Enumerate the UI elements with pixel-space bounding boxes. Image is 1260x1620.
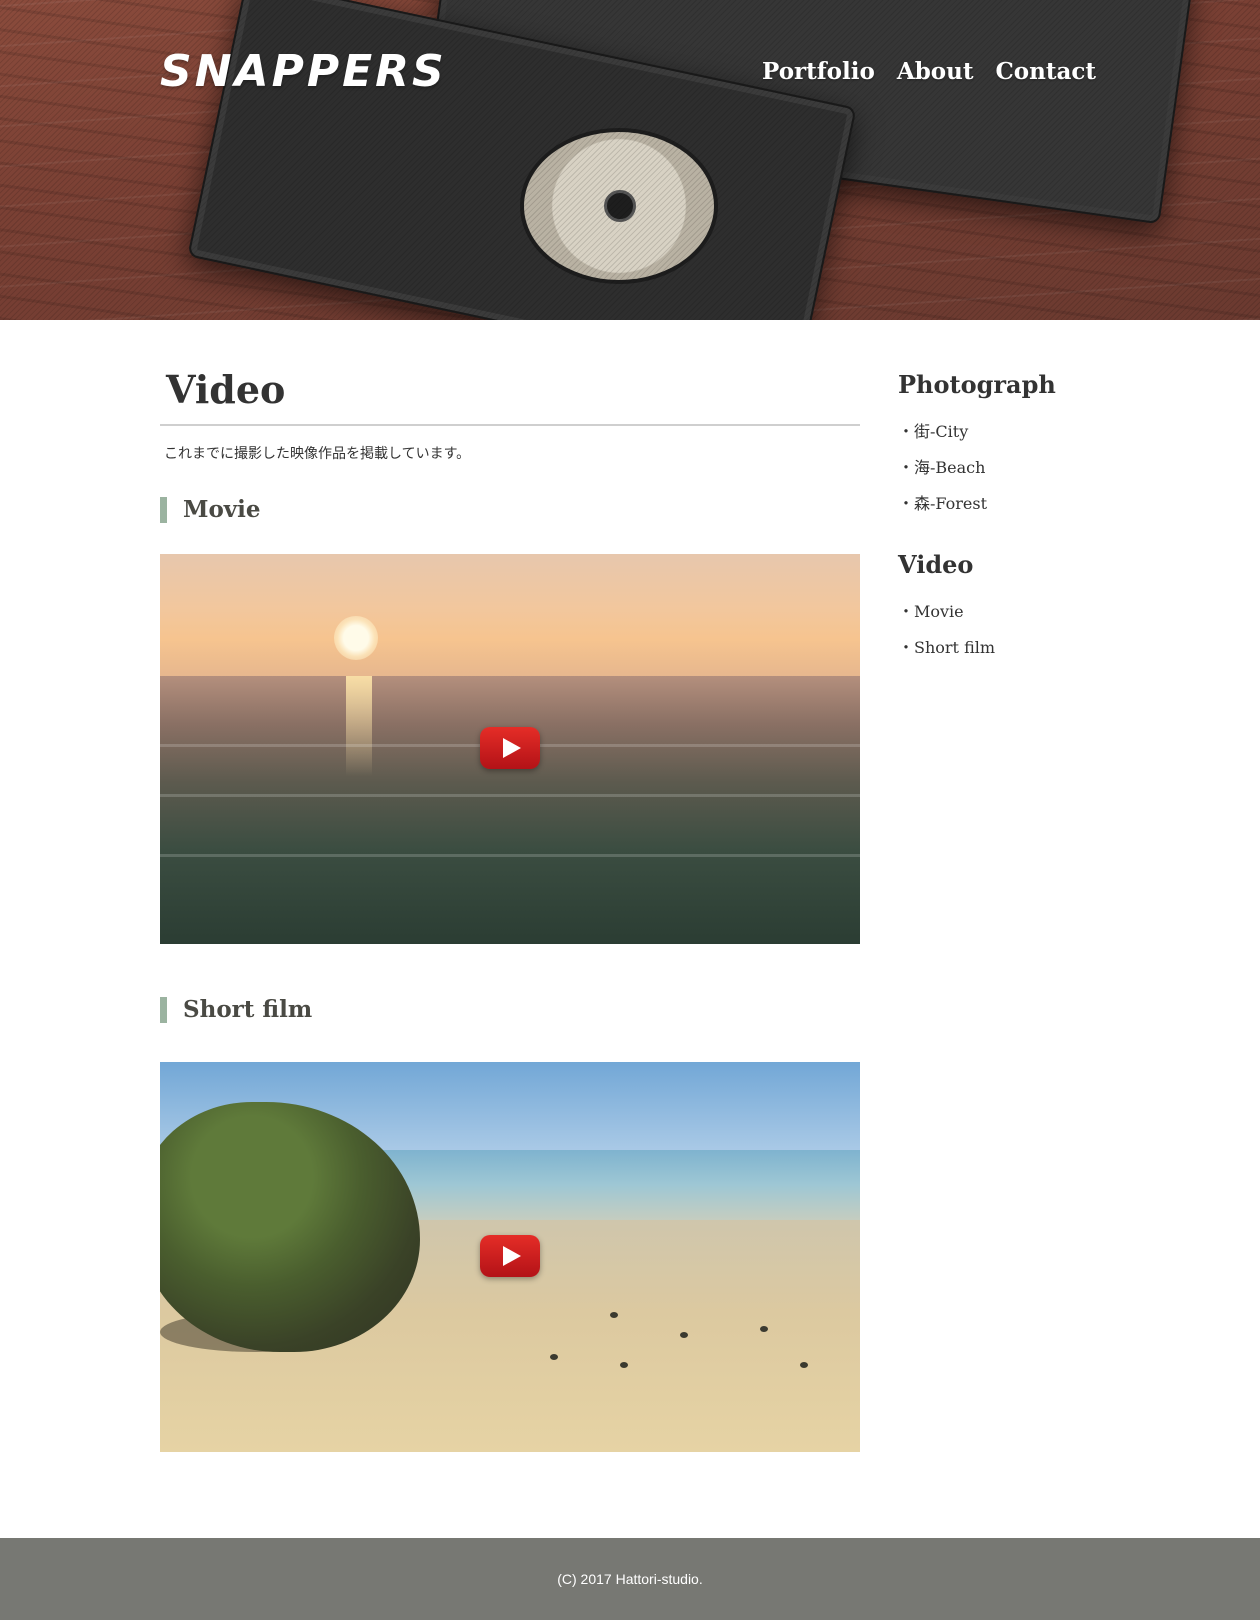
pebble: [800, 1362, 808, 1368]
sidebar-link-forest[interactable]: ・森-Forest: [898, 494, 987, 513]
video-embed-movie[interactable]: [160, 554, 860, 944]
sidebar-item-beach[interactable]: ・海-Beach: [898, 450, 1108, 486]
sidebar-list-video: ・Movie ・Short film: [898, 594, 1108, 666]
sidebar-title-video: Video: [898, 550, 974, 579]
sea: [160, 676, 860, 944]
page-lead: これまでに撮影した映像作品を掲載しています。: [164, 446, 471, 462]
sun-reflection: [346, 676, 372, 776]
site-logo[interactable]: SNAPPERS: [160, 46, 447, 97]
wave: [160, 854, 860, 857]
pebble: [610, 1312, 618, 1318]
page-title: Video: [160, 364, 860, 426]
pebble: [620, 1362, 628, 1368]
sidebar: Photograph ・街-City ・海-Beach ・森-Forest Vi…: [898, 370, 1108, 694]
pebble: [760, 1326, 768, 1332]
sidebar-link-city[interactable]: ・街-City: [898, 422, 968, 441]
sidebar-link-movie[interactable]: ・Movie: [898, 602, 964, 621]
copyright-text: (C) 2017 Hattori-studio.: [557, 1571, 703, 1587]
wave: [160, 794, 860, 797]
site-header: SNAPPERS Portfolio About Contact: [0, 0, 1260, 320]
sidebar-item-movie[interactable]: ・Movie: [898, 594, 1108, 630]
youtube-play-icon[interactable]: [480, 727, 540, 769]
youtube-play-icon[interactable]: [480, 1235, 540, 1277]
sidebar-item-short-film[interactable]: ・Short film: [898, 630, 1108, 666]
sidebar-link-beach[interactable]: ・海-Beach: [898, 458, 985, 477]
nav-contact[interactable]: Contact: [995, 58, 1096, 85]
nav-portfolio[interactable]: Portfolio: [762, 58, 875, 85]
sidebar-list-photograph: ・街-City ・海-Beach ・森-Forest: [898, 414, 1108, 522]
sidebar-item-forest[interactable]: ・森-Forest: [898, 486, 1108, 522]
pebble: [550, 1354, 558, 1360]
nav-about[interactable]: About: [897, 58, 974, 85]
main-content: Video これまでに撮影した映像作品を掲載しています。 Movie Short…: [160, 364, 860, 1452]
sidebar-item-city[interactable]: ・街-City: [898, 414, 1108, 450]
sidebar-title-photograph: Photograph: [898, 370, 1056, 399]
pebble: [680, 1332, 688, 1338]
sun: [334, 616, 378, 660]
sidebar-link-short-film[interactable]: ・Short film: [898, 638, 995, 657]
video-embed-short-film[interactable]: [160, 1062, 860, 1452]
video-thumbnail: [160, 554, 860, 676]
section-title-short-film: Short film: [160, 997, 312, 1023]
site-footer: (C) 2017 Hattori-studio.: [0, 1538, 1260, 1620]
main-nav: Portfolio About Contact: [762, 58, 1096, 85]
section-title-movie: Movie: [160, 497, 261, 523]
